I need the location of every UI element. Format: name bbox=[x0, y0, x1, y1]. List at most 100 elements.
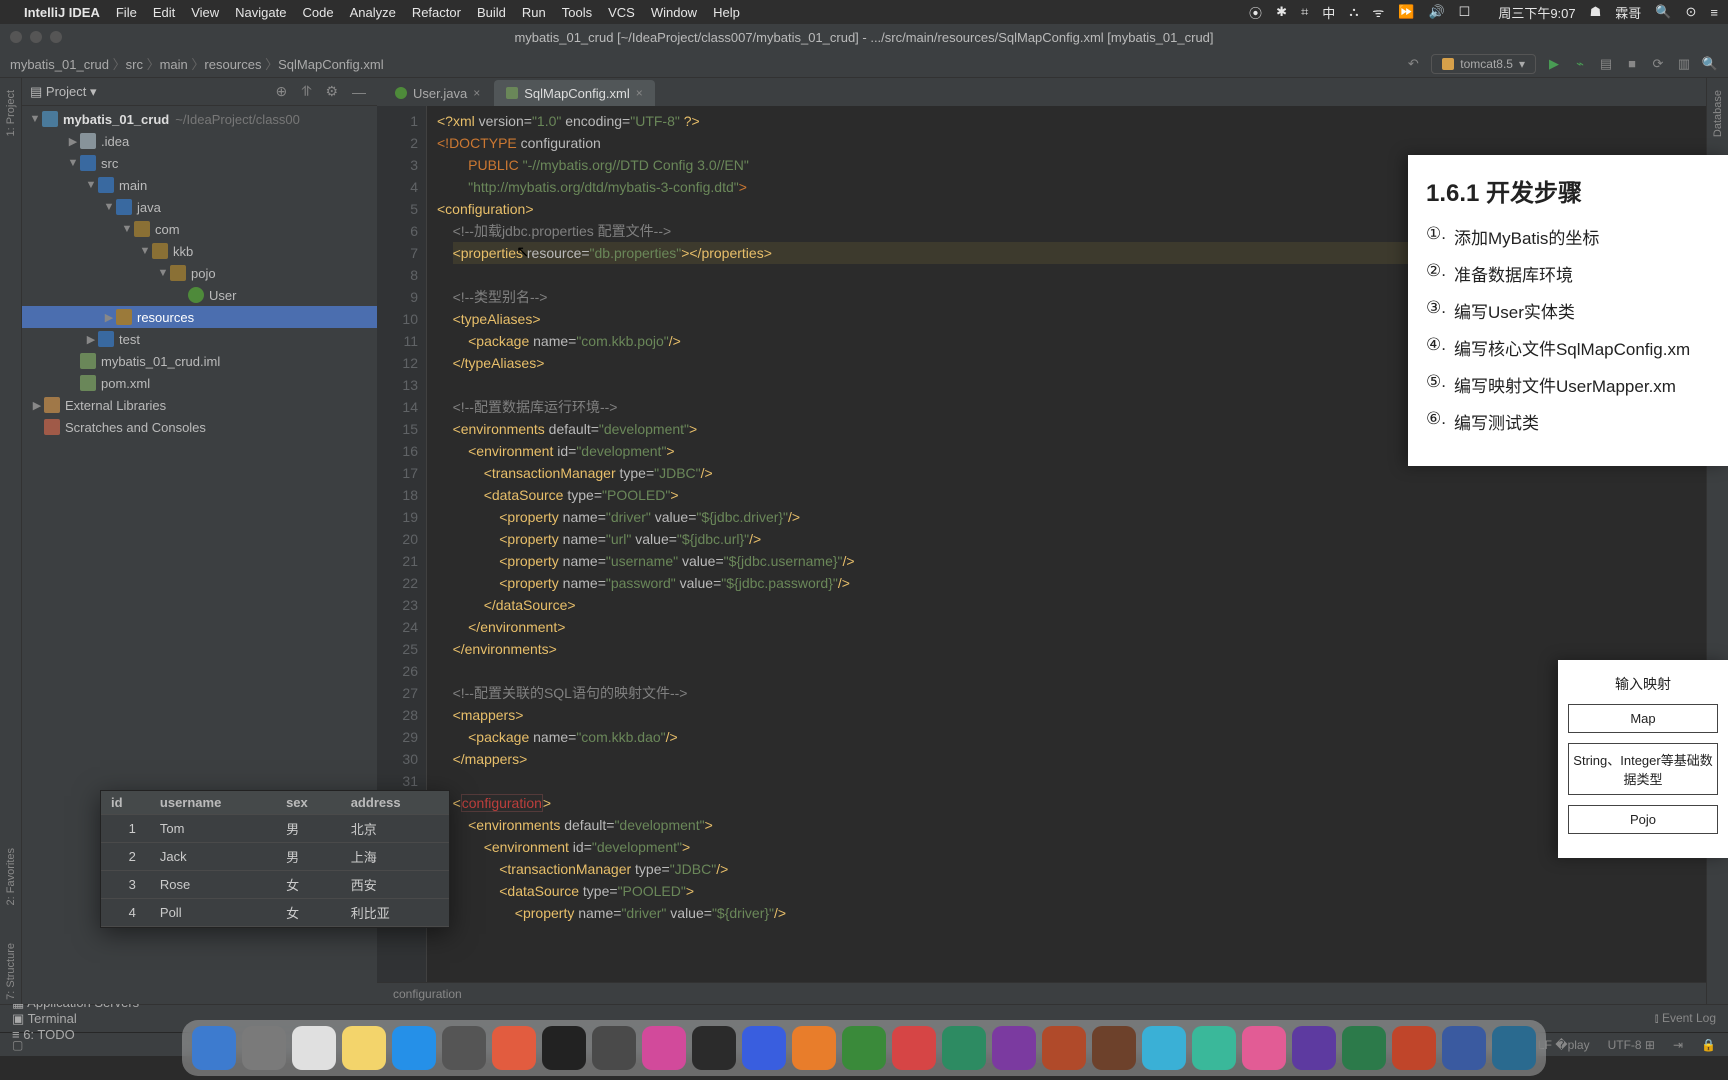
gear-icon[interactable]: ⚙ bbox=[322, 83, 341, 100]
tree-node-user[interactable]: User bbox=[22, 284, 377, 306]
status-item[interactable]: ≡ bbox=[1710, 5, 1718, 20]
dock-app[interactable] bbox=[892, 1026, 936, 1070]
tree-node-test[interactable]: ▶test bbox=[22, 328, 377, 350]
indent-indicator[interactable]: ⇥ bbox=[1673, 1038, 1683, 1052]
menu-run[interactable]: Run bbox=[522, 5, 546, 20]
status-item[interactable]: ☗ bbox=[1590, 4, 1602, 20]
editor-tab-user-java[interactable]: User.java× bbox=[383, 80, 492, 106]
file-encoding[interactable]: UTF-8 ⊞ bbox=[1608, 1038, 1655, 1052]
dock-app[interactable] bbox=[442, 1026, 486, 1070]
status-item[interactable]: 周三下午9:07 bbox=[1498, 3, 1575, 22]
bottom-tool-6-todo[interactable]: ≡ 6: TODO bbox=[12, 1027, 139, 1042]
dock-app[interactable] bbox=[1242, 1026, 1286, 1070]
dock-app[interactable] bbox=[542, 1026, 586, 1070]
target-icon[interactable]: ⊕ bbox=[273, 83, 291, 100]
run-button[interactable]: ▶ bbox=[1546, 56, 1562, 72]
tool-tab-structure[interactable]: 7: Structure bbox=[5, 939, 17, 1004]
status-item[interactable]: ᯤ bbox=[1372, 3, 1384, 21]
status-item[interactable]: ⏩ bbox=[1398, 4, 1414, 20]
tree-node-main[interactable]: ▼main bbox=[22, 174, 377, 196]
dock-app[interactable] bbox=[242, 1026, 286, 1070]
dock-app[interactable] bbox=[692, 1026, 736, 1070]
tool-tab-favorites[interactable]: 2: Favorites bbox=[5, 844, 17, 909]
dock-app[interactable] bbox=[1342, 1026, 1386, 1070]
window-controls[interactable] bbox=[10, 31, 62, 43]
dock-app[interactable] bbox=[792, 1026, 836, 1070]
status-item[interactable]: 中 bbox=[1322, 3, 1335, 22]
menu-refactor[interactable]: Refactor bbox=[412, 5, 461, 20]
tree-node-resources[interactable]: ▶resources bbox=[22, 306, 377, 328]
tree-node-src[interactable]: ▼src bbox=[22, 152, 377, 174]
editor-tab-sqlmapconfig-xml[interactable]: SqlMapConfig.xml× bbox=[494, 80, 655, 106]
dock-app[interactable] bbox=[192, 1026, 236, 1070]
menu-help[interactable]: Help bbox=[713, 5, 740, 20]
back-icon[interactable]: ↶ bbox=[1405, 56, 1421, 72]
dock-app[interactable] bbox=[492, 1026, 536, 1070]
tree-node-scratches-and-consoles[interactable]: Scratches and Consoles bbox=[22, 416, 377, 438]
stop-button[interactable]: ■ bbox=[1624, 56, 1640, 72]
menu-file[interactable]: File bbox=[116, 5, 137, 20]
breadcrumb-segment[interactable]: main bbox=[160, 57, 188, 72]
column-sex[interactable]: sex bbox=[276, 791, 341, 815]
breadcrumb-segment[interactable]: mybatis_01_crud bbox=[10, 57, 109, 72]
menu-view[interactable]: View bbox=[191, 5, 219, 20]
dock-app[interactable] bbox=[642, 1026, 686, 1070]
breadcrumb-segment[interactable]: SqlMapConfig.xml bbox=[278, 57, 384, 72]
tool-tab-database[interactable]: Database bbox=[1712, 86, 1724, 141]
lock-icon[interactable]: 🔒 bbox=[1701, 1038, 1716, 1052]
project-structure-button[interactable]: ▥ bbox=[1676, 56, 1692, 72]
dock-app[interactable] bbox=[1392, 1026, 1436, 1070]
breadcrumbs-bar[interactable]: configuration bbox=[377, 982, 1706, 1004]
dock-app[interactable] bbox=[1292, 1026, 1336, 1070]
run-configuration-selector[interactable]: tomcat8.5 ▾ bbox=[1431, 54, 1536, 74]
breadcrumb-segment[interactable]: resources bbox=[204, 57, 261, 72]
menu-window[interactable]: Window bbox=[651, 5, 697, 20]
menu-tools[interactable]: Tools bbox=[562, 5, 592, 20]
menu-build[interactable]: Build bbox=[477, 5, 506, 20]
breadcrumb-segment[interactable]: src bbox=[126, 57, 143, 72]
dock-app[interactable] bbox=[742, 1026, 786, 1070]
menu-analyze[interactable]: Analyze bbox=[350, 5, 396, 20]
status-item[interactable]: ⌗ bbox=[1301, 4, 1308, 20]
column-id[interactable]: id bbox=[101, 791, 150, 815]
tree-root[interactable]: ▼mybatis_01_crud~/IdeaProject/class00 bbox=[22, 108, 377, 130]
dock-app[interactable] bbox=[1492, 1026, 1536, 1070]
status-item[interactable]: 霖哥 bbox=[1615, 3, 1641, 22]
collapse-all-icon[interactable]: ⥣ bbox=[298, 83, 314, 100]
status-item[interactable]: ☐ bbox=[1459, 4, 1471, 20]
project-header-dropdown[interactable]: ▤ Project ▾ bbox=[30, 84, 97, 100]
tree-node-pom-xml[interactable]: pom.xml bbox=[22, 372, 377, 394]
status-square-icon[interactable]: ▢ bbox=[12, 1038, 23, 1052]
table-row[interactable]: 1Tom男北京 bbox=[101, 815, 449, 843]
status-item[interactable]: ⦿ bbox=[1249, 3, 1262, 22]
dock-app[interactable] bbox=[1092, 1026, 1136, 1070]
menu-navigate[interactable]: Navigate bbox=[235, 5, 286, 20]
dock-app[interactable] bbox=[1442, 1026, 1486, 1070]
tree-node-java[interactable]: ▼java bbox=[22, 196, 377, 218]
tree-node-external-libraries[interactable]: ▶External Libraries bbox=[22, 394, 377, 416]
menu-code[interactable]: Code bbox=[302, 5, 333, 20]
app-name[interactable]: IntelliJ IDEA bbox=[24, 5, 100, 20]
debug-button[interactable]: ⌁ bbox=[1572, 56, 1588, 72]
dock-app[interactable] bbox=[842, 1026, 886, 1070]
query-result-popup[interactable]: idusernamesexaddress 1Tom男北京2Jack男上海3Ros… bbox=[100, 790, 450, 928]
tree-node-pojo[interactable]: ▼pojo bbox=[22, 262, 377, 284]
dock-app[interactable] bbox=[292, 1026, 336, 1070]
tool-tab-project[interactable]: 1: Project bbox=[5, 86, 17, 140]
column-address[interactable]: address bbox=[341, 791, 449, 815]
coverage-button[interactable]: ▤ bbox=[1598, 56, 1614, 72]
status-item[interactable]: ⊙ bbox=[1686, 4, 1697, 20]
dock-app[interactable] bbox=[942, 1026, 986, 1070]
status-item[interactable]: 🔍 bbox=[1655, 4, 1671, 20]
column-username[interactable]: username bbox=[150, 791, 276, 815]
dock-app[interactable] bbox=[392, 1026, 436, 1070]
update-vcs-button[interactable]: ⟳ bbox=[1650, 56, 1666, 72]
mac-dock[interactable] bbox=[182, 1020, 1546, 1076]
status-item[interactable]: ✱ bbox=[1276, 4, 1287, 20]
table-row[interactable]: 2Jack男上海 bbox=[101, 843, 449, 871]
table-row[interactable]: 3Rose女西安 bbox=[101, 871, 449, 899]
hide-icon[interactable]: — bbox=[349, 84, 369, 100]
tree-node-com[interactable]: ▼com bbox=[22, 218, 377, 240]
dock-app[interactable] bbox=[342, 1026, 386, 1070]
dock-app[interactable] bbox=[1142, 1026, 1186, 1070]
